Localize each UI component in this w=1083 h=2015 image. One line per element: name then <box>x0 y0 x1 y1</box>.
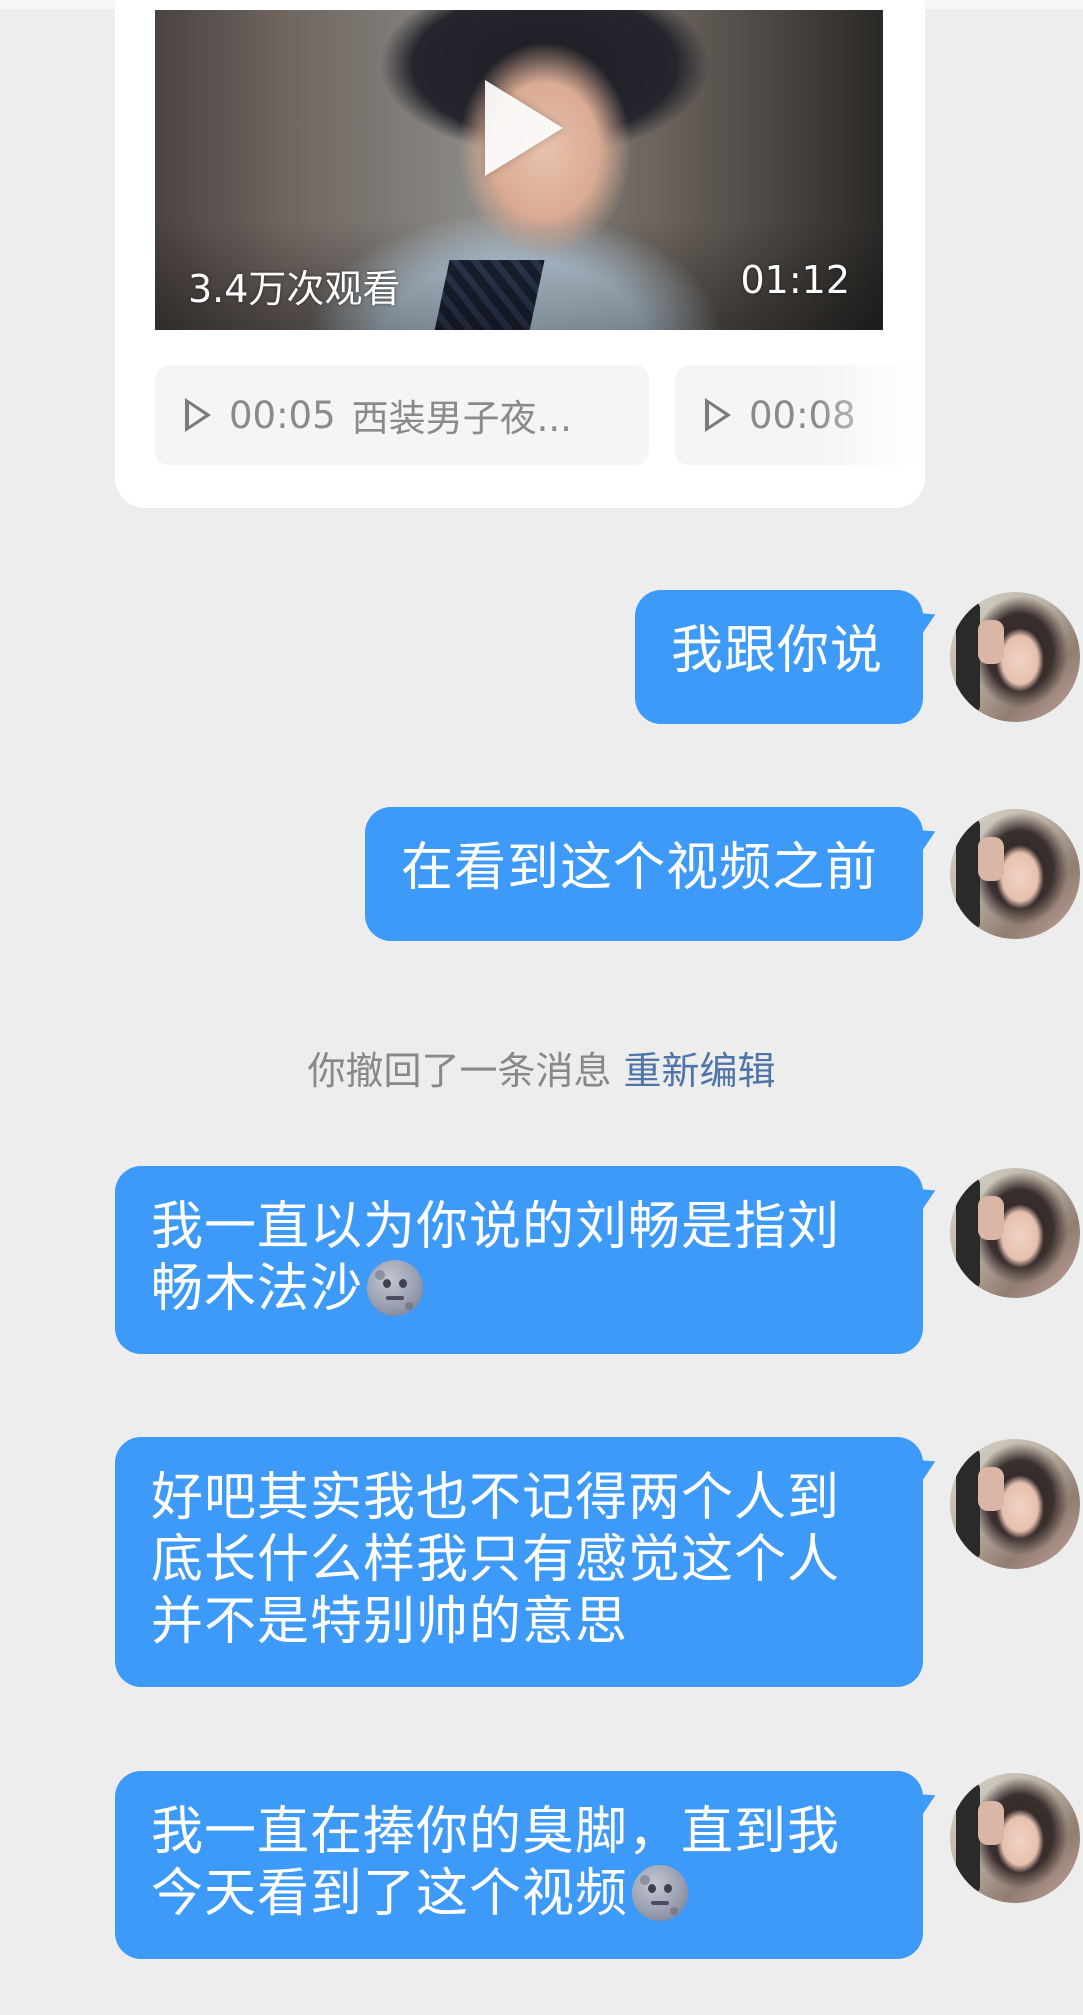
message-text: 我跟你说 <box>671 621 884 681</box>
user-avatar[interactable] <box>950 809 1080 939</box>
sent-message-bubble[interactable]: 我跟你说 <box>635 590 923 724</box>
sent-message-bubble[interactable]: 好吧其实我也不记得两个人到 底长什么样我只有感觉这个人 并不是特别帅的意思 <box>115 1437 923 1687</box>
user-avatar[interactable] <box>950 1168 1080 1298</box>
moon-face-emoji-icon <box>632 1865 689 1921</box>
video-segment-chip[interactable]: 00:05 西装男子夜... <box>155 365 649 465</box>
message-text-line: 并不是特别帅的意思 <box>151 1592 629 1652</box>
segment-title: 西装男子夜... <box>351 397 572 440</box>
view-count: 3.4万次观看 <box>188 267 401 311</box>
play-icon[interactable] <box>485 80 563 176</box>
segment-time: 00:08 <box>749 393 856 437</box>
video-share-card[interactable]: 3.4万次观看 01:12 00:05 西装男子夜... 00:08 <box>115 0 925 508</box>
segment-time: 00:05 <box>229 393 336 437</box>
video-thumbnail[interactable]: 3.4万次观看 01:12 <box>155 10 883 330</box>
message-text: 我一直以为你说的刘畅是指刘畅木法沙 <box>151 1197 841 1319</box>
message-text-line: 好吧其实我也不记得两个人到 <box>151 1468 841 1528</box>
play-outline-icon <box>705 398 731 432</box>
recall-notice: 你撤回了一条消息 重新编辑 <box>0 1040 1083 1095</box>
sent-message-bubble[interactable]: 我一直在捧你的臭脚，直到我今天看到了这个视频 <box>115 1771 923 1959</box>
message-text: 我一直在捧你的臭脚，直到我今天看到了这个视频 <box>151 1802 841 1924</box>
play-outline-icon <box>185 398 211 432</box>
user-avatar[interactable] <box>950 592 1080 722</box>
moon-face-emoji-icon <box>367 1260 424 1316</box>
message-text-line: 底长什么样我只有感觉这个人 <box>151 1530 841 1590</box>
sent-message-bubble[interactable]: 我一直以为你说的刘畅是指刘畅木法沙 <box>115 1166 923 1354</box>
recall-text: 你撤回了一条消息 <box>307 1049 612 1093</box>
reedit-link[interactable]: 重新编辑 <box>624 1049 776 1093</box>
sent-message-bubble[interactable]: 在看到这个视频之前 <box>365 807 923 941</box>
user-avatar[interactable] <box>950 1439 1080 1569</box>
message-text: 在看到这个视频之前 <box>401 838 879 898</box>
video-duration: 01:12 <box>740 258 850 302</box>
user-avatar[interactable] <box>950 1773 1080 1903</box>
video-segment-chip[interactable]: 00:08 <box>675 365 925 465</box>
